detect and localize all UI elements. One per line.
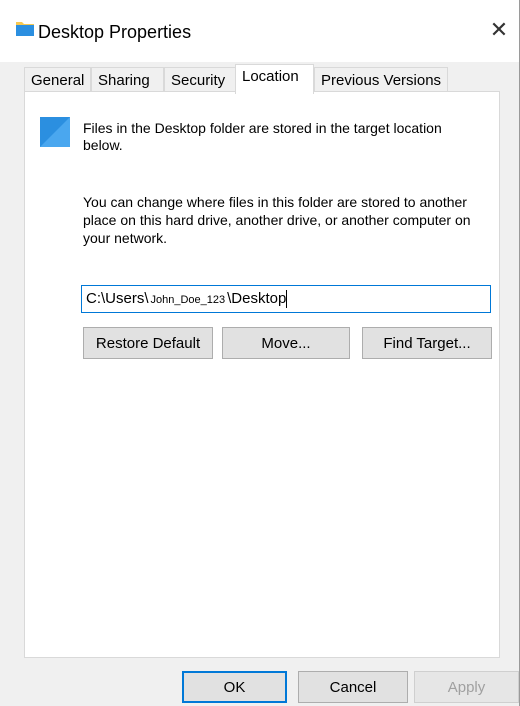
change-location-info: You can change where files in this folde… [83,194,471,246]
title-bar: Desktop Properties ✕ [0,0,519,62]
apply-button[interactable]: Apply [414,671,519,703]
properties-dialog: Desktop Properties ✕ General Sharing Sec… [0,0,520,706]
text-caret [286,290,288,309]
cancel-button[interactable]: Cancel [298,671,408,703]
find-target-button[interactable]: Find Target... [362,327,492,359]
location-panel: Files in the Desktop folder are stored i… [24,91,500,658]
ok-button[interactable]: OK [182,671,287,703]
tab-security[interactable]: Security [164,67,236,92]
tab-sharing[interactable]: Sharing [91,67,164,92]
close-button[interactable]: ✕ [479,10,519,50]
location-path-input[interactable]: C:\Users\ John_Doe_123 \Desktop [81,285,491,313]
tab-location[interactable]: Location [235,64,314,94]
window-title: Desktop Properties [38,22,192,42]
desktop-icon [40,117,70,147]
tab-general[interactable]: General [24,67,91,92]
path-suffix: \Desktop [227,290,287,307]
move-button[interactable]: Move... [222,327,350,359]
tab-previous-versions[interactable]: Previous Versions [314,67,448,92]
path-username: John_Doe_123 [150,294,226,306]
folder-icon [16,22,34,36]
path-prefix: C:\Users\ [86,290,149,307]
restore-default-button[interactable]: Restore Default [83,327,213,359]
close-icon: ✕ [489,17,509,42]
location-description: Files in the Desktop folder are stored i… [83,120,442,153]
